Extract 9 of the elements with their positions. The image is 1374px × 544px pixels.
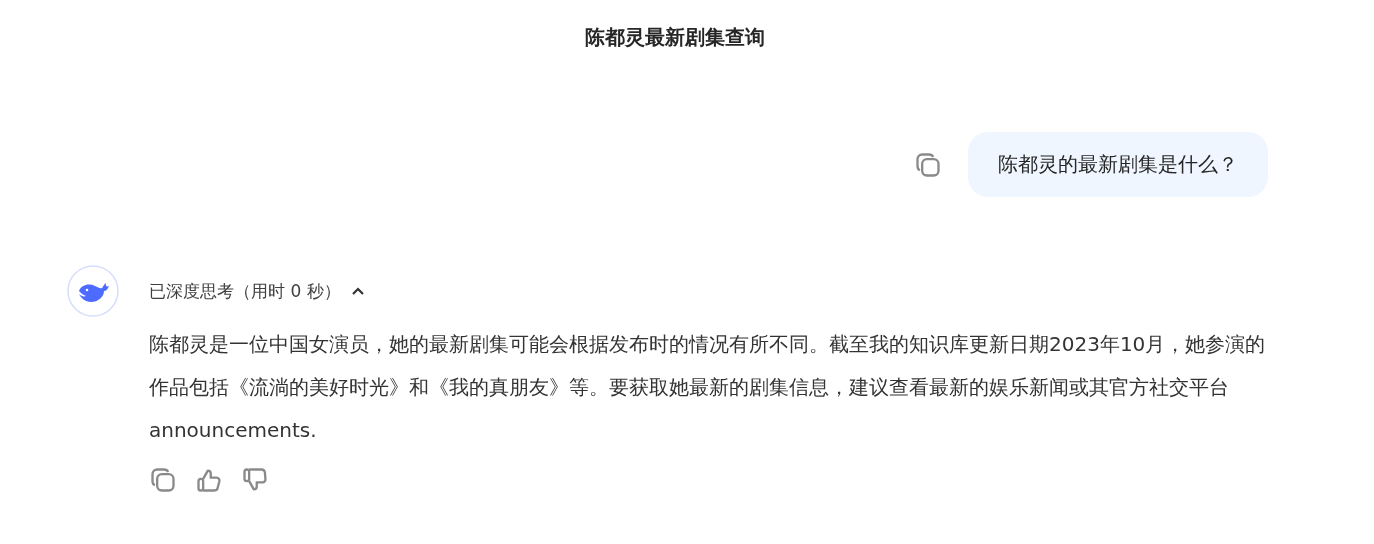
- user-message: 陈都灵的最新剧集是什么？: [968, 132, 1268, 197]
- answer-text: 陈都灵是一位中国女演员，她的最新剧集可能会根据发布时的情况有所不同。截至我的知识库更新日期2023年10月，她参演的作品包括《流淌的美好时光》和《我的真朋友》等。要获取她最新的剧集信息，建议查看最新的娱乐新闻或其官方社交平台 announcements.: [149, 331, 1266, 444]
- thinking-label: 已深度思考（用时 0 秒）: [149, 279, 341, 303]
- caret-icon: [350, 286, 365, 296]
- chat-title: 陈都灵最新剧集查询: [584, 24, 766, 51]
- whale-avatar-icon: [67, 265, 119, 317]
- copy-icon[interactable]: [914, 150, 942, 179]
- copy-icon[interactable]: [149, 466, 177, 494]
- thinking-toggle[interactable]: 已深度思考（用时 0 秒）: [149, 265, 365, 317]
